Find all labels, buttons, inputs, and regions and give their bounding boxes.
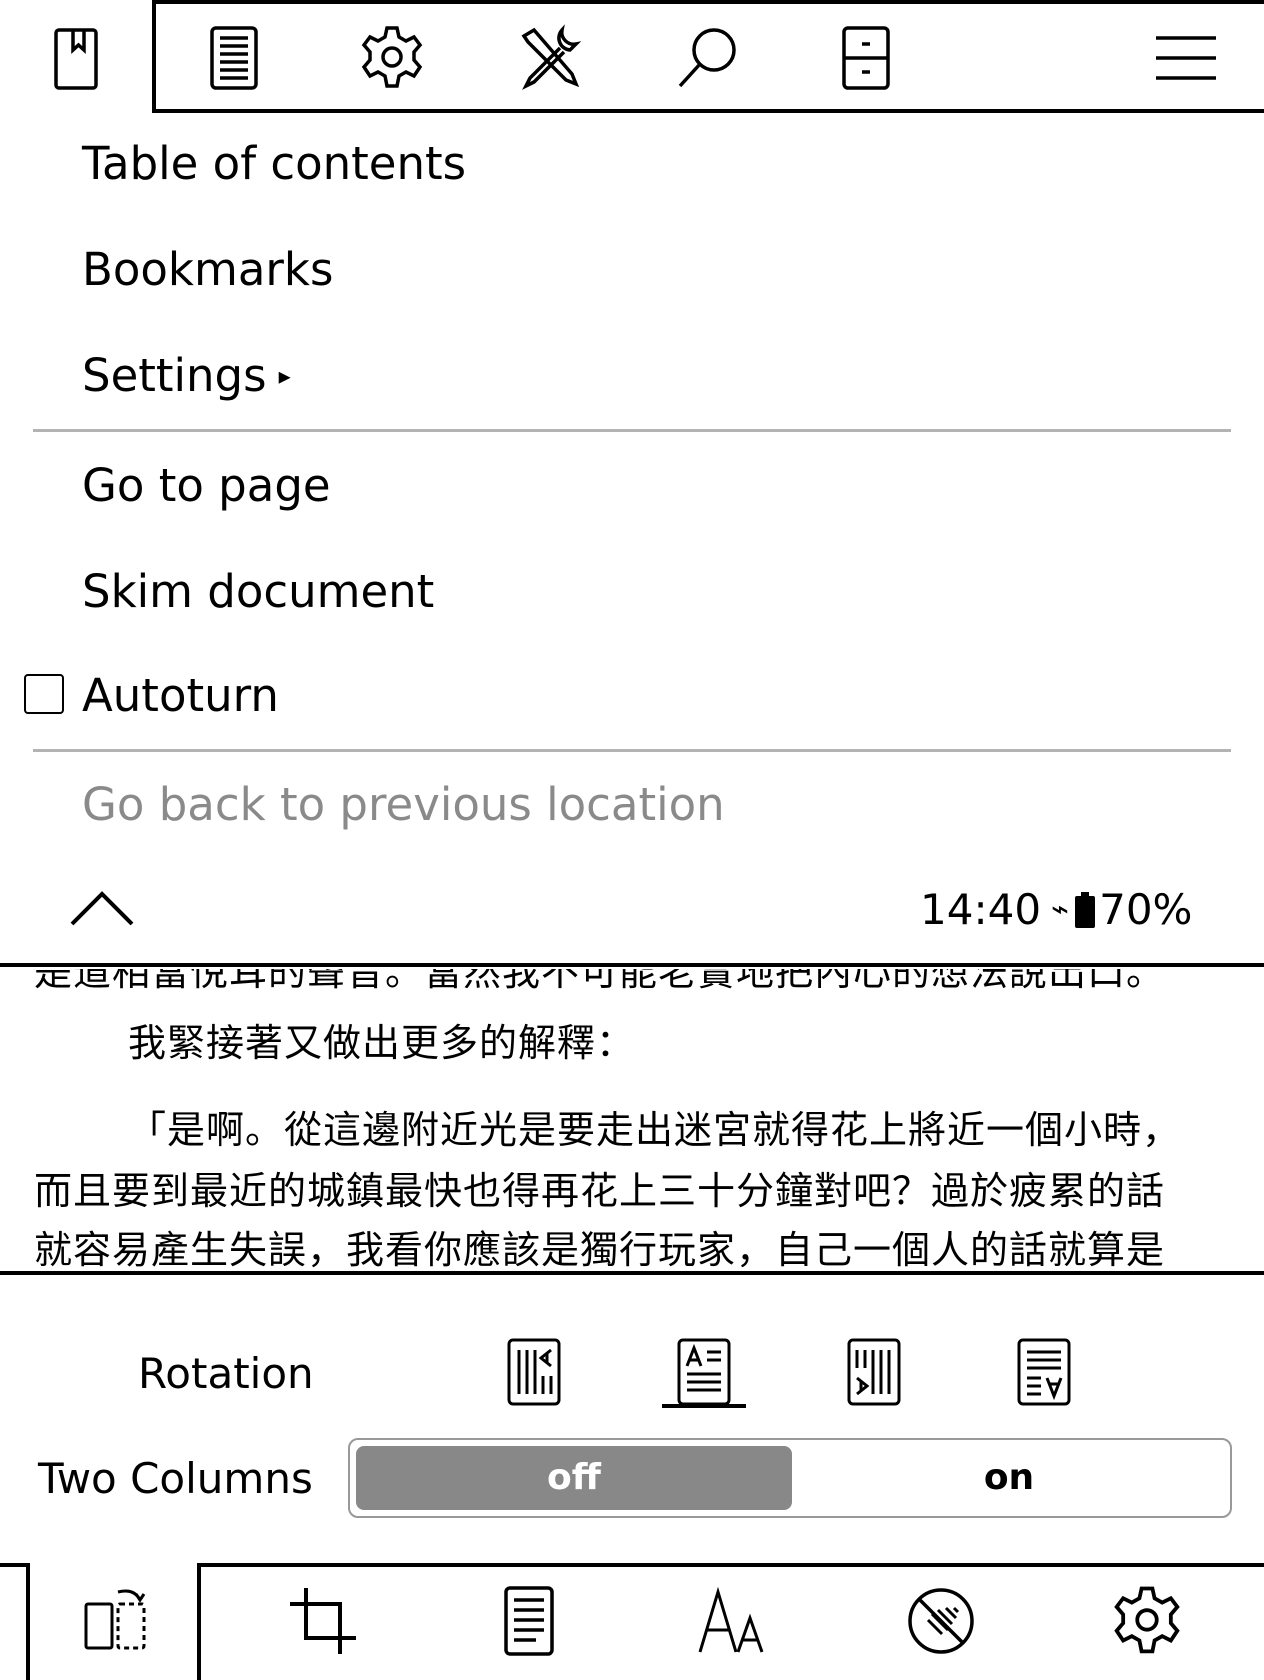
search-icon[interactable] xyxy=(668,18,748,98)
top-tab-bar xyxy=(0,0,1264,116)
page-rotate-icon[interactable] xyxy=(74,1578,160,1664)
menu-bottom-border xyxy=(0,963,1264,967)
tools-icon[interactable] xyxy=(510,18,590,98)
battery-icon xyxy=(1075,892,1096,928)
content-line: 是道相當悅耳的聲音。當然我不可能老實地把內心的想法說出口。 xyxy=(34,969,1166,994)
content-line: 我緊接著又做出更多的解釋： xyxy=(128,1021,636,1065)
battery-percentage: 70% xyxy=(1099,885,1193,934)
menu-item-go-to-page[interactable]: Go to page xyxy=(82,456,331,516)
rotate-0-icon[interactable] xyxy=(669,1332,739,1412)
menu-item-go-back: Go back to previous location xyxy=(82,778,725,831)
rotate-180-icon[interactable] xyxy=(1009,1332,1079,1412)
status-bar: 14:40 ⌁ 70% xyxy=(920,880,1192,940)
menu-item-table-of-contents[interactable]: Table of contents xyxy=(82,134,466,194)
menu-item-settings[interactable]: Settings ▸ xyxy=(82,346,291,409)
bottom-bar-divider xyxy=(197,1563,201,1680)
bottom-bar-divider xyxy=(26,1563,30,1680)
menu-item-autoturn[interactable]: Autoturn xyxy=(82,666,279,726)
font-size-icon[interactable] xyxy=(692,1578,778,1664)
tab-bar-border-left xyxy=(152,0,156,113)
rotate-270-icon[interactable] xyxy=(839,1332,909,1412)
gear-icon[interactable] xyxy=(352,18,432,98)
crop-icon[interactable] xyxy=(280,1578,366,1664)
tab-bar-border-top xyxy=(155,0,1264,4)
book-content: 是道相當悅耳的聲音。當然我不可能老實地把內心的想法說出口。 我緊接著又做出更多的… xyxy=(0,969,1264,1271)
autoturn-checkbox[interactable] xyxy=(24,674,64,714)
document-icon[interactable] xyxy=(194,18,274,98)
menu-separator xyxy=(33,429,1231,432)
clock-time: 14:40 xyxy=(920,885,1042,934)
content-line: 「是啊。從這邊附近光是要走出迷宮就得花上將近一個小時， xyxy=(128,1108,1182,1152)
rotate-90-icon[interactable] xyxy=(499,1332,569,1412)
content-line: 而且要到最近的城鎮最快也得再花上三十分鐘對吧？過於疲累的話 xyxy=(34,1169,1166,1213)
contrast-icon[interactable] xyxy=(898,1578,984,1664)
gear-icon[interactable] xyxy=(1104,1578,1190,1664)
two-columns-off-option[interactable]: off xyxy=(356,1446,792,1510)
settings-panel-top-border xyxy=(0,1271,1264,1275)
page-navigation-icon[interactable] xyxy=(826,18,906,98)
rotation-label: Rotation xyxy=(138,1349,314,1398)
hamburger-menu-icon[interactable] xyxy=(1146,18,1226,98)
two-columns-label: Two Columns xyxy=(38,1454,313,1503)
bottom-bar-border-top xyxy=(199,1563,1264,1567)
content-line: 就容易產生失誤，我看你應該是獨行玩家，自己一個人的話就算是 xyxy=(34,1228,1166,1271)
tab-bar-border-bottom xyxy=(155,109,1264,113)
two-columns-on-option[interactable]: on xyxy=(792,1446,1226,1510)
charging-icon: ⌁ xyxy=(1051,892,1070,927)
chevron-up-icon[interactable] xyxy=(66,880,138,936)
menu-item-bookmarks[interactable]: Bookmarks xyxy=(82,240,333,300)
menu-separator xyxy=(33,749,1231,752)
menu-item-settings-label: Settings xyxy=(82,349,267,402)
two-columns-toggle[interactable]: off on xyxy=(348,1438,1232,1518)
bookmark-book-icon[interactable] xyxy=(36,18,116,98)
document-icon[interactable] xyxy=(486,1578,572,1664)
submenu-arrow-icon: ▸ xyxy=(278,362,291,390)
rotation-selected-indicator xyxy=(662,1404,746,1408)
menu-item-skim-document[interactable]: Skim document xyxy=(82,562,434,622)
